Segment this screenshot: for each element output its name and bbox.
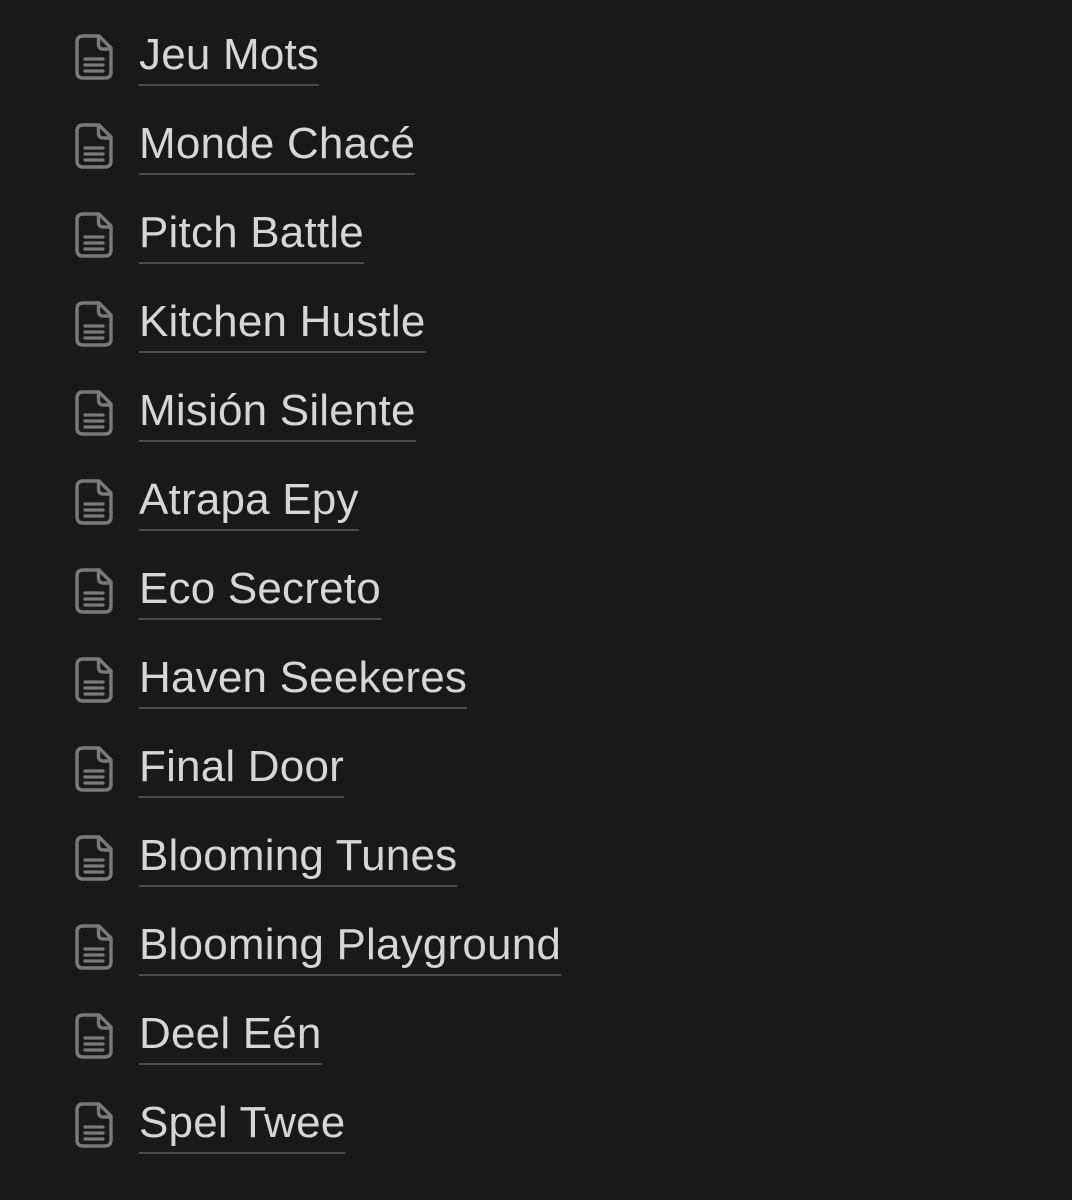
document-icon [74, 121, 116, 171]
document-icon [74, 1011, 116, 1061]
page-link-deel-een[interactable]: Deel Eén [74, 1006, 322, 1066]
page-link-blooming-tunes[interactable]: Blooming Tunes [74, 828, 458, 888]
page-title: Misión Silente [139, 384, 416, 442]
page-link-pitch-battle[interactable]: Pitch Battle [74, 205, 364, 265]
page-title: Blooming Playground [139, 918, 562, 976]
page-title: Monde Chacé [139, 117, 416, 175]
page-link-jeu-mots[interactable]: Jeu Mots [74, 27, 320, 87]
page-title: Eco Secreto [139, 562, 381, 620]
page-link-spel-twee[interactable]: Spel Twee [74, 1095, 346, 1155]
page-link-monde-chace[interactable]: Monde Chacé [74, 116, 416, 176]
page-title: Kitchen Hustle [139, 295, 426, 353]
document-icon [74, 388, 116, 438]
page-link-eco-secreto[interactable]: Eco Secreto [74, 561, 381, 621]
page-title: Blooming Tunes [139, 829, 458, 887]
document-icon [74, 1100, 116, 1150]
document-icon [74, 32, 116, 82]
page-link-haven-seekeres[interactable]: Haven Seekeres [74, 650, 468, 710]
page-title: Spel Twee [139, 1096, 346, 1154]
page-link-mision-silente[interactable]: Misión Silente [74, 383, 416, 443]
page-title: Jeu Mots [139, 28, 320, 86]
page-link-final-door[interactable]: Final Door [74, 739, 344, 799]
page-title: Pitch Battle [139, 206, 364, 264]
page-title: Atrapa Epy [139, 473, 359, 531]
document-icon [74, 922, 116, 972]
document-icon [74, 210, 116, 260]
document-icon [74, 299, 116, 349]
document-icon [74, 833, 116, 883]
document-icon [74, 655, 116, 705]
page-link-kitchen-hustle[interactable]: Kitchen Hustle [74, 294, 426, 354]
page-title: Final Door [139, 740, 344, 798]
page-link-atrapa-epy[interactable]: Atrapa Epy [74, 472, 359, 532]
document-icon [74, 744, 116, 794]
page-title: Haven Seekeres [139, 651, 468, 709]
document-icon [74, 566, 116, 616]
document-icon [74, 477, 116, 527]
page-link-list: Jeu Mots Monde Chacé Pitch Battle Kitche… [0, 0, 1072, 1200]
page-link-blooming-playground[interactable]: Blooming Playground [74, 917, 562, 977]
page-title: Deel Eén [139, 1007, 322, 1065]
